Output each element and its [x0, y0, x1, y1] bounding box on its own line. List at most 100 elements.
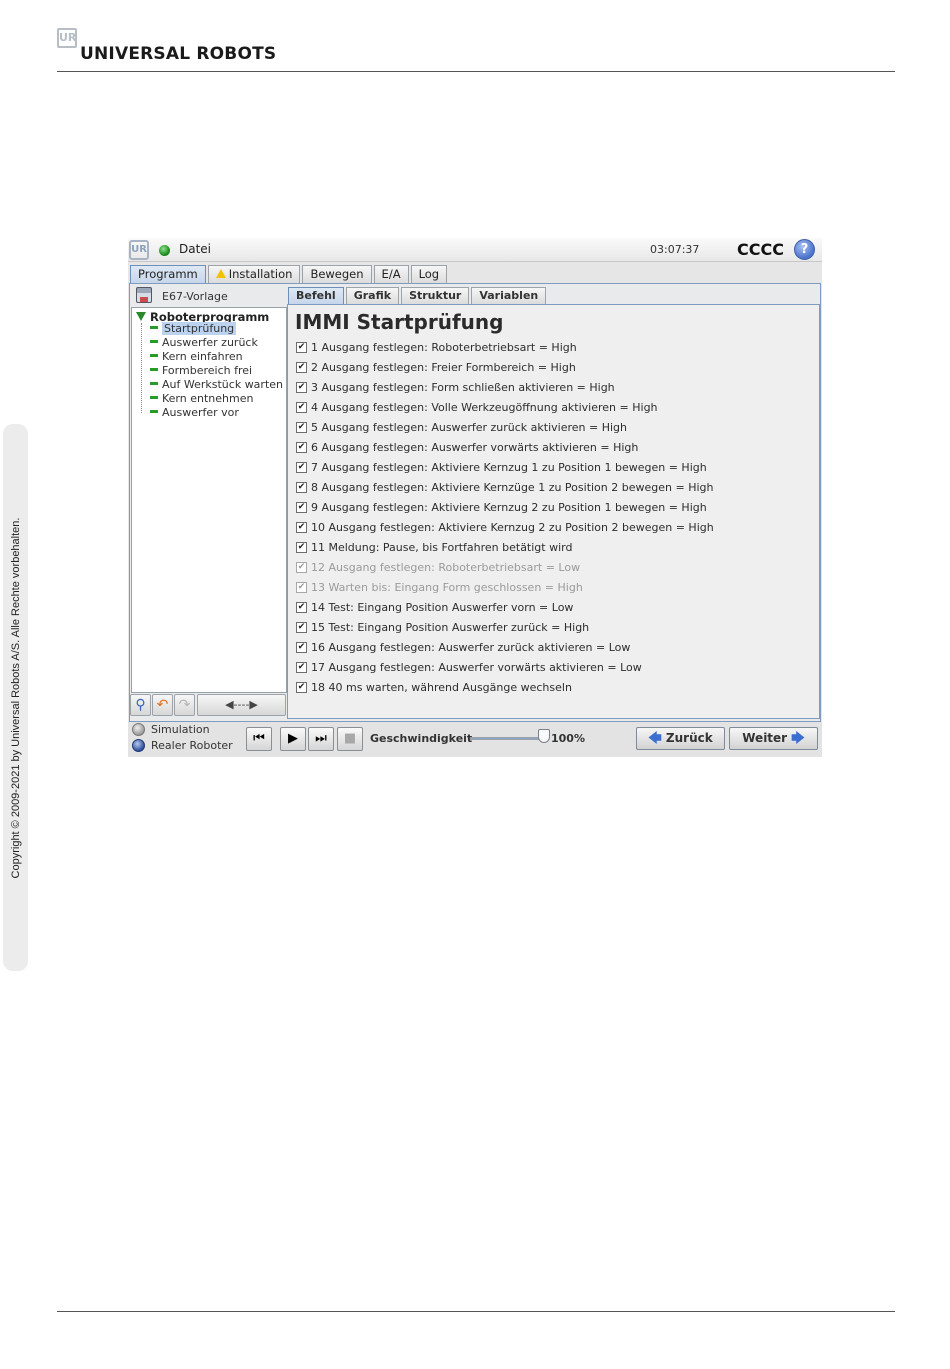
back-button[interactable]: 🡄 Zurück [636, 727, 725, 750]
command-row[interactable]: ✔ 11 Meldung: Pause, bis Fortfahren betät… [296, 537, 816, 557]
command-row[interactable]: ✔ 6 Ausgang festlegen: Auswerfer vorwärts… [296, 437, 816, 457]
file-menu[interactable]: Datei [179, 242, 211, 256]
command-checkbox[interactable]: ✔ [296, 361, 307, 373]
tree-item[interactable]: Startprüfung [150, 322, 237, 335]
simulation-label: Simulation [151, 723, 210, 736]
tree-toolbar: ⚲ ↶ ↷ ◀----▶ [130, 694, 287, 717]
tab-programm[interactable]: Programm [130, 265, 206, 283]
command-checkbox[interactable]: ✔ [296, 561, 307, 573]
panel-title: IMMI Startprüfung [295, 310, 504, 334]
command-row[interactable]: ✔ 17 Ausgang festlegen: Auswerfer vorwärt… [296, 657, 816, 677]
command-checkbox[interactable]: ✔ [296, 581, 307, 593]
node-icon [150, 410, 158, 413]
command-checkbox[interactable]: ✔ [296, 481, 307, 493]
command-checkbox[interactable]: ✔ [296, 541, 307, 553]
command-checkbox[interactable]: ✔ [296, 641, 307, 653]
command-row[interactable]: ✔ 2 Ausgang festlegen: Freier Formbereich… [296, 357, 816, 377]
tab-befehl[interactable]: Befehl [288, 287, 344, 304]
command-row[interactable]: ✔ 1 Ausgang festlegen: Roboterbetriebsart… [296, 337, 816, 357]
search-icon[interactable]: ⚲ [130, 694, 151, 716]
tree-item[interactable]: Kern einfahren [150, 350, 243, 363]
speed-slider[interactable] [470, 737, 544, 740]
tab-grafik[interactable]: Grafik [345, 287, 400, 304]
copyright-tab: Copyright © 2009-2021 by Universal Robot… [3, 424, 28, 971]
command-row[interactable]: ✔ 8 Ausgang festlegen: Aktiviere Kernzüge… [296, 477, 816, 497]
real-robot-option[interactable]: Realer Roboter [132, 739, 233, 754]
command-row[interactable]: ✔ 15 Test: Eingang Position Auswerfer zur… [296, 617, 816, 637]
document-logo: UR UNIVERSAL ROBOTS [57, 28, 276, 68]
save-icon[interactable] [136, 287, 152, 303]
command-label: 6 Ausgang festlegen: Auswerfer vorwärts … [311, 440, 639, 454]
command-label: 12 Ausgang festlegen: Roboterbetriebsart… [311, 560, 581, 574]
ur-logo-icon: UR [57, 28, 77, 48]
command-label: 4 Ausgang festlegen: Volle Werkzeugöffnu… [311, 400, 658, 414]
undo-icon[interactable]: ↶ [152, 694, 173, 716]
redo-icon[interactable]: ↷ [174, 694, 195, 716]
tab-variablen[interactable]: Variablen [471, 287, 547, 304]
program-file-name: E67-Vorlage [162, 290, 228, 303]
command-label: 17 Ausgang festlegen: Auswerfer vorwärts… [311, 660, 642, 674]
arrow-left-icon: 🡄 [648, 731, 662, 746]
tab-struktur[interactable]: Struktur [401, 287, 470, 304]
simulation-radio-icon[interactable] [132, 723, 145, 736]
command-row[interactable]: ✔ 13 Warten bis: Eingang Form geschlossen… [296, 577, 816, 597]
tab-label: Log [418, 267, 440, 281]
command-checkbox[interactable]: ✔ [296, 441, 307, 453]
command-row[interactable]: ✔ 10 Ausgang festlegen: Aktiviere Kernzug… [296, 517, 816, 537]
command-checkbox[interactable]: ✔ [296, 601, 307, 613]
command-label: 1 Ausgang festlegen: Roboterbetriebsart … [311, 340, 577, 354]
command-checkbox[interactable]: ✔ [296, 381, 307, 393]
tab-label: Bewegen [310, 267, 364, 281]
tab-bewegen[interactable]: Bewegen [302, 265, 372, 283]
tree-item[interactable]: Auswerfer vor [150, 406, 239, 419]
step-button[interactable]: ⏭ [308, 727, 334, 751]
play-button[interactable]: ▶ [280, 727, 306, 751]
command-checkbox[interactable]: ✔ [296, 621, 307, 633]
tree-item[interactable]: Auswerfer zurück [150, 336, 258, 349]
expand-triangle-icon[interactable] [136, 312, 146, 321]
command-row[interactable]: ✔ 3 Ausgang festlegen: Form schließen akt… [296, 377, 816, 397]
back-label: Zurück [665, 731, 713, 745]
tab-installation[interactable]: Installation [207, 265, 301, 283]
stop-button[interactable]: ■ [337, 727, 363, 751]
command-checkbox[interactable]: ✔ [296, 661, 307, 673]
command-row[interactable]: ✔ 7 Ausgang festlegen: Aktiviere Kernzug … [296, 457, 816, 477]
move-node-button[interactable]: ◀----▶ [197, 694, 286, 716]
command-checkbox[interactable]: ✔ [296, 421, 307, 433]
command-checkbox[interactable]: ✔ [296, 341, 307, 353]
command-label: 3 Ausgang festlegen: Form schließen akti… [311, 380, 615, 394]
command-row[interactable]: ✔ 9 Ausgang festlegen: Aktiviere Kernzug … [296, 497, 816, 517]
simulation-option[interactable]: Simulation [132, 723, 210, 738]
tree-item[interactable]: Formbereich frei [150, 364, 252, 377]
real-robot-radio-icon[interactable] [132, 739, 145, 752]
footer-divider [57, 1311, 895, 1312]
node-icon [150, 396, 158, 399]
command-row[interactable]: ✔ 18 40 ms warten, während Ausgänge wechs… [296, 677, 816, 697]
command-label: 11 Meldung: Pause, bis Fortfahren betäti… [311, 540, 573, 554]
command-row[interactable]: ✔ 12 Ausgang festlegen: Roboterbetriebsar… [296, 557, 816, 577]
program-tree: Roboterprogramm Startprüfung Auswerfer z… [131, 307, 287, 693]
tab-ea[interactable]: E/A [373, 265, 409, 283]
command-row[interactable]: ✔ 16 Ausgang festlegen: Auswerfer zurück … [296, 637, 816, 657]
command-label: 9 Ausgang festlegen: Aktiviere Kernzug 2… [311, 500, 707, 514]
command-checkbox[interactable]: ✔ [296, 461, 307, 473]
command-checkbox[interactable]: ✔ [296, 501, 307, 513]
command-checkbox[interactable]: ✔ [296, 401, 307, 413]
node-icon [150, 340, 158, 343]
warning-icon [215, 269, 226, 278]
command-checkbox[interactable]: ✔ [296, 681, 307, 693]
tab-log[interactable]: Log [410, 265, 448, 283]
tree-item[interactable]: Auf Werkstück warten [150, 378, 283, 391]
command-row[interactable]: ✔ 4 Ausgang festlegen: Volle Werkzeugöffn… [296, 397, 816, 417]
tree-item[interactable]: Kern entnehmen [150, 392, 253, 405]
command-row[interactable]: ✔ 5 Ausgang festlegen: Auswerfer zurück a… [296, 417, 816, 437]
speed-label: Geschwindigkeit [370, 732, 473, 745]
speed-slider-handle[interactable] [538, 729, 550, 743]
command-row[interactable]: ✔ 14 Test: Eingang Position Auswerfer vor… [296, 597, 816, 617]
command-checkbox[interactable]: ✔ [296, 521, 307, 533]
skip-to-start-button[interactable]: ⏮ [246, 727, 272, 751]
next-button[interactable]: Weiter 🡆 [729, 727, 818, 750]
help-icon[interactable]: ? [794, 239, 815, 260]
command-label: 15 Test: Eingang Position Auswerfer zurü… [311, 620, 590, 634]
sub-tabs: Befehl Grafik Struktur Variablen [288, 287, 548, 304]
